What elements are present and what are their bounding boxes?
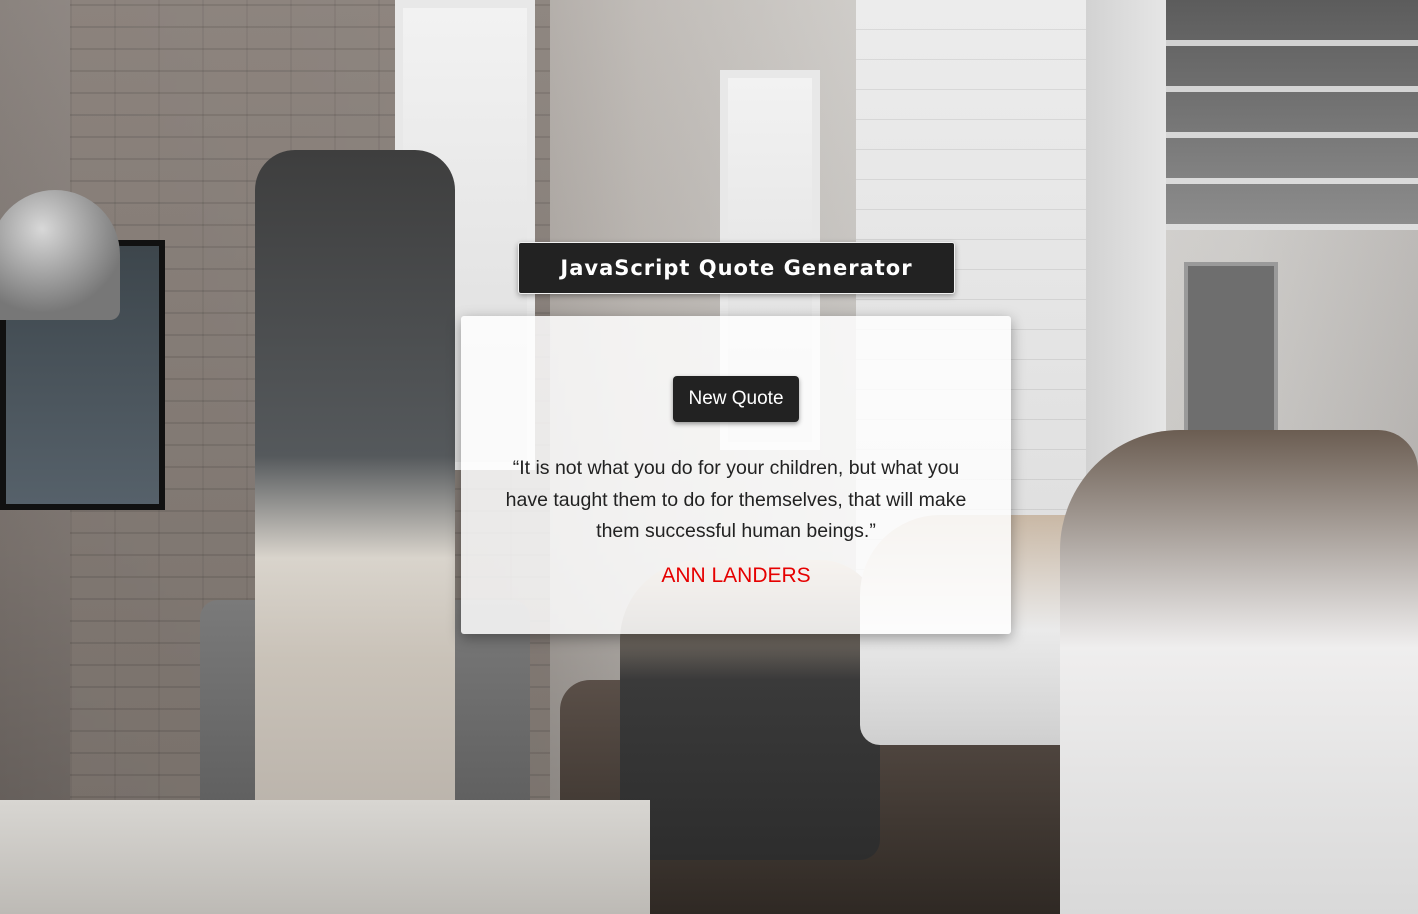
quote-author: ANN LANDERS — [661, 564, 811, 587]
app-title-banner: JavaScript Quote Generator — [518, 242, 955, 294]
new-quote-button[interactable]: New Quote — [673, 376, 799, 422]
quote-card: New Quote “It is not what you do for you… — [461, 316, 1011, 634]
presenter-person — [255, 150, 455, 830]
app-title: JavaScript Quote Generator — [560, 256, 913, 280]
table — [0, 800, 650, 914]
ceiling-lights — [1166, 0, 1418, 230]
lamp — [0, 190, 120, 320]
audience-person — [1060, 430, 1418, 914]
quote-text: “It is not what you do for your children… — [505, 457, 967, 542]
